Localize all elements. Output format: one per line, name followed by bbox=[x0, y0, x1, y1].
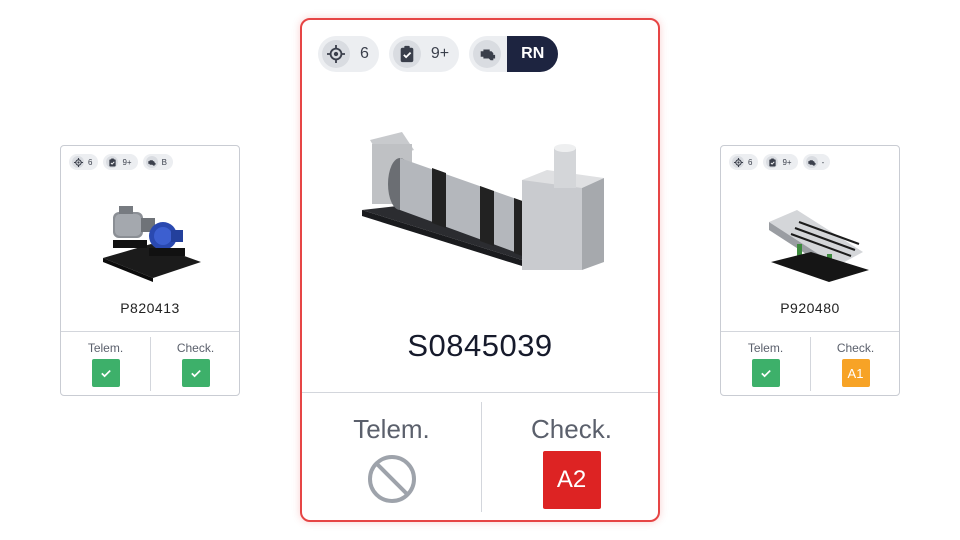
check-icon bbox=[760, 369, 771, 378]
checks-count: 9+ bbox=[430, 45, 450, 62]
clipboard-check-icon bbox=[766, 156, 779, 168]
engine-value: B bbox=[161, 157, 167, 167]
check-icon bbox=[190, 369, 201, 378]
asset-card-s0845039[interactable]: 6 9+ RN S0845039 Telem. Check. A2 bbox=[300, 18, 660, 522]
asset-code: S0845039 bbox=[407, 328, 553, 363]
engine-icon bbox=[473, 40, 502, 68]
telemetry-label: Telem. bbox=[353, 414, 430, 444]
card-chips: 6 9+ RN bbox=[318, 36, 559, 72]
rotary-dryer-machine-image bbox=[362, 132, 604, 270]
check-status: Check. A2 bbox=[482, 414, 661, 509]
engine-chip: B bbox=[142, 154, 173, 170]
crosshair-icon bbox=[732, 156, 744, 168]
check-icon bbox=[100, 369, 111, 378]
divider bbox=[61, 331, 239, 332]
engine-value: RN bbox=[507, 36, 559, 72]
clipboard-check-icon bbox=[392, 40, 421, 68]
check-grade-badge: A2 bbox=[542, 451, 601, 509]
targets-count: 6 bbox=[88, 157, 93, 167]
telemetry-status: Telem. bbox=[61, 341, 150, 387]
check-status: Check. bbox=[151, 341, 240, 387]
telemetry-label: Telem. bbox=[87, 341, 124, 355]
check-label: Check. bbox=[836, 341, 875, 355]
crosshair-icon bbox=[72, 156, 84, 168]
crosshair-icon bbox=[322, 40, 350, 68]
engine-chip: RN bbox=[469, 36, 559, 72]
targets-count: 6 bbox=[360, 45, 369, 62]
check-status: Check. A1 bbox=[811, 341, 900, 387]
card-chips: 6 9+ B bbox=[69, 154, 173, 170]
engine-icon bbox=[145, 156, 158, 168]
check-ok-badge bbox=[181, 359, 210, 387]
checks-count: 9+ bbox=[782, 157, 792, 167]
checks-chip: 9+ bbox=[103, 154, 138, 170]
card-chips: 6 9+ - bbox=[729, 154, 831, 170]
clipboard-check-icon bbox=[106, 156, 119, 168]
engine-chip: - bbox=[802, 154, 831, 170]
telemetry-status: Telem. bbox=[721, 341, 810, 387]
asset-card-p920480[interactable]: 6 9+ - P920480 Telem. Check. A1 bbox=[720, 145, 900, 396]
checks-chip: 9+ bbox=[388, 36, 460, 72]
asset-code: P920480 bbox=[780, 300, 840, 316]
check-grade-badge: A1 bbox=[841, 359, 870, 387]
divider bbox=[302, 392, 658, 393]
checks-count: 9+ bbox=[122, 157, 132, 167]
divider bbox=[721, 331, 899, 332]
targets-chip: 6 bbox=[318, 36, 379, 72]
no-entry-icon bbox=[367, 455, 416, 503]
asset-card-p820413[interactable]: 6 9+ B P820413 Telem. Check. bbox=[60, 145, 240, 396]
checks-chip: 9+ bbox=[763, 154, 798, 170]
asset-code: P820413 bbox=[120, 300, 180, 316]
engine-icon bbox=[805, 156, 818, 168]
check-label: Check. bbox=[176, 341, 215, 355]
engine-value: - bbox=[821, 157, 825, 167]
vibrating-screen-machine-image bbox=[769, 210, 869, 282]
pump-machine-image bbox=[103, 206, 201, 282]
telemetry-status: Telem. bbox=[302, 414, 481, 510]
telemetry-ok-badge bbox=[91, 359, 120, 387]
telemetry-ok-badge bbox=[751, 359, 780, 387]
targets-chip: 6 bbox=[729, 154, 759, 170]
targets-chip: 6 bbox=[69, 154, 99, 170]
targets-count: 6 bbox=[748, 157, 753, 167]
telemetry-label: Telem. bbox=[747, 341, 784, 355]
check-label: Check. bbox=[531, 414, 612, 444]
